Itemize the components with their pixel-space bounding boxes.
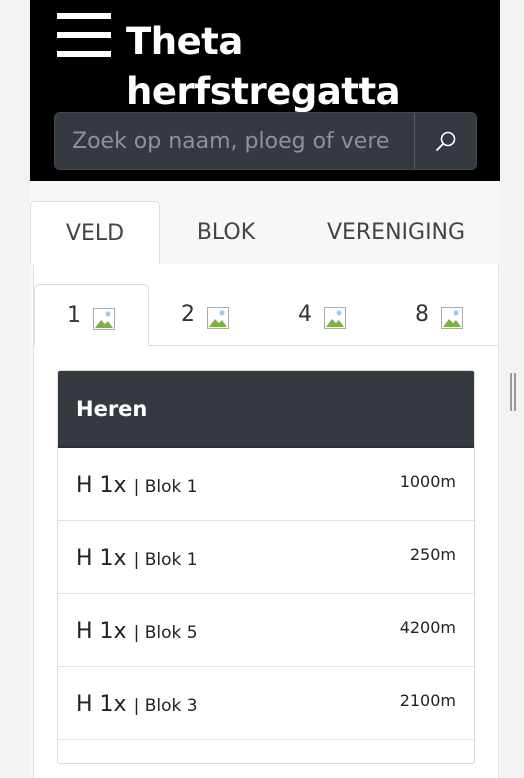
search-icon <box>436 131 456 151</box>
event-distance: 250m <box>409 545 456 564</box>
tab-veld[interactable]: VELD <box>30 201 160 265</box>
event-class: H 1x <box>76 546 127 571</box>
event-block: | Blok 5 <box>133 623 198 643</box>
event-name: H 1x | Blok 1 <box>76 473 198 498</box>
subtab-2[interactable]: 2 <box>149 284 266 345</box>
subtab-4[interactable]: 4 <box>266 284 383 345</box>
tab-blok-label: BLOK <box>196 220 256 245</box>
event-class: H 1x <box>76 619 127 644</box>
subtab-8[interactable]: 8 <box>383 284 498 345</box>
card-title: Heren <box>76 397 148 421</box>
tab-vereniging-label: VERENIGING <box>326 220 466 245</box>
event-class: H 1x <box>76 473 127 498</box>
broken-image-icon <box>324 307 346 329</box>
broken-image-icon <box>207 307 229 329</box>
search-bar <box>54 112 477 170</box>
event-block: | Blok 1 <box>133 550 198 570</box>
search-button[interactable] <box>414 113 476 169</box>
search-input[interactable] <box>55 113 413 169</box>
hamburger-icon[interactable] <box>57 13 111 57</box>
subtab-2-label: 2 <box>181 302 195 327</box>
event-class: H 1x <box>76 692 127 717</box>
main-tabs: VELD BLOK VERENIGING <box>30 201 500 265</box>
broken-image-icon <box>441 307 463 329</box>
scrollbar-handle[interactable] <box>510 373 516 411</box>
tab-content: 1 2 4 8 Heren H 1x | Blok 1 1000m H 1x |… <box>33 264 499 778</box>
list-item[interactable]: H 1x | Blok 1 250m <box>58 521 474 594</box>
broken-image-icon <box>93 308 115 330</box>
title-line-1: Theta <box>126 20 243 63</box>
event-name: H 1x | Blok 3 <box>76 692 198 717</box>
list-item[interactable]: H 1x | Blok 5 4200m <box>58 594 474 667</box>
subtab-8-label: 8 <box>415 302 429 327</box>
tab-veld-label: VELD <box>65 221 125 246</box>
list-item[interactable]: H 1x | Blok 3 2100m <box>58 667 474 740</box>
subtab-1-label: 1 <box>67 303 81 328</box>
page: Theta herfstregatta 2019 VELD BLOK VEREN… <box>30 0 500 778</box>
sub-tabs: 1 2 4 8 <box>34 284 498 346</box>
tab-blok[interactable]: BLOK <box>160 201 292 264</box>
subtab-4-label: 4 <box>298 302 312 327</box>
app-header: Theta herfstregatta 2019 <box>30 0 500 181</box>
list-item[interactable]: H 1x | Blok 1 1000m <box>58 448 474 521</box>
event-block: | Blok 1 <box>133 477 198 497</box>
event-distance: 1000m <box>399 472 456 491</box>
event-distance: 2100m <box>399 691 456 710</box>
event-name: H 1x | Blok 1 <box>76 546 198 571</box>
event-card: Heren H 1x | Blok 1 1000m H 1x | Blok 1 … <box>57 370 475 764</box>
event-block: | Blok 3 <box>133 696 198 716</box>
event-name: H 1x | Blok 5 <box>76 619 198 644</box>
card-header: Heren <box>58 371 474 448</box>
tab-vereniging[interactable]: VERENIGING <box>316 201 476 264</box>
subtab-1[interactable]: 1 <box>34 284 149 346</box>
event-distance: 4200m <box>399 618 456 637</box>
